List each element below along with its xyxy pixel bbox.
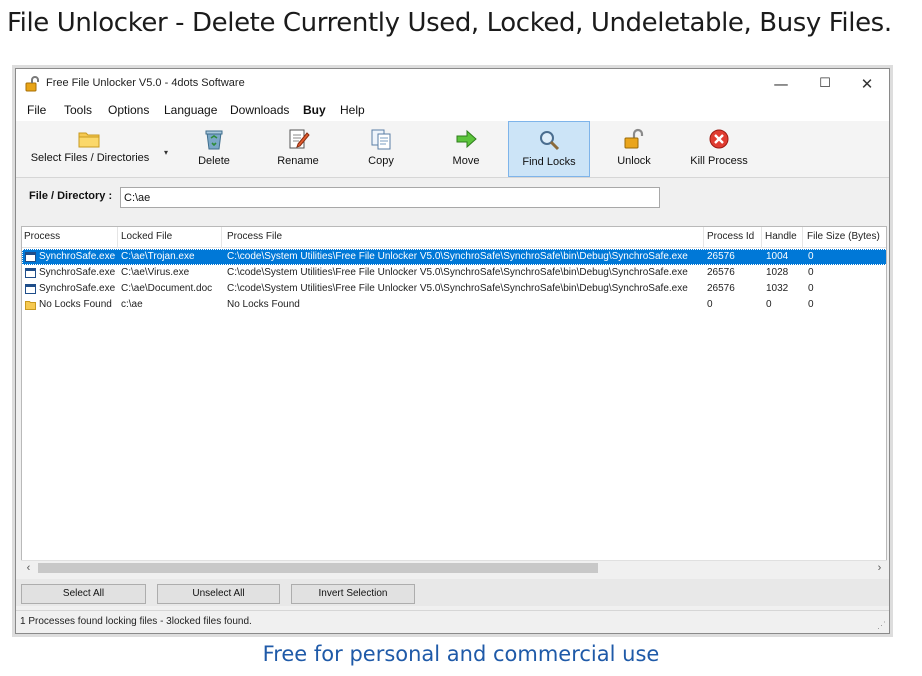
delete-button[interactable]: Delete (186, 121, 242, 177)
menu-tools[interactable]: Tools (64, 103, 92, 117)
table-row[interactable]: No Locks Found c:\ae No Locks Found 0 0 … (22, 297, 886, 313)
scroll-right-arrow-icon[interactable]: › (872, 561, 887, 576)
cell-locked-file: c:\ae (121, 299, 143, 310)
minimize-button[interactable]: — (759, 69, 803, 99)
column-header-process-file[interactable]: Process File (227, 231, 282, 242)
scrollbar-thumb[interactable] (38, 563, 598, 573)
cell-process-id: 0 (707, 299, 713, 310)
cell-process-id: 26576 (707, 251, 735, 262)
cell-handle: 1032 (766, 283, 789, 294)
column-header-process-id[interactable]: Process Id (707, 231, 754, 242)
cell-file-size: 0 (808, 299, 814, 310)
scroll-left-arrow-icon[interactable]: ‹ (21, 561, 36, 576)
window-app-icon (25, 268, 36, 278)
column-header-process[interactable]: Process (24, 231, 60, 242)
cell-handle: 0 (766, 299, 772, 310)
cell-file-size: 0 (808, 251, 814, 262)
table-row[interactable]: SynchroSafe.exe C:\ae\Virus.exe C:\code\… (22, 265, 886, 281)
cell-file-size: 0 (808, 283, 814, 294)
window-app-icon (25, 252, 36, 262)
menu-options[interactable]: Options (108, 103, 149, 117)
cell-process: SynchroSafe.exe (39, 267, 116, 278)
cell-process-file: No Locks Found (227, 299, 300, 310)
menu-buy[interactable]: Buy (303, 103, 326, 117)
close-button[interactable]: ✕ (845, 69, 889, 99)
kill-process-button[interactable]: Kill Process (684, 121, 754, 177)
list-header: Process Locked File Process File Process… (22, 227, 886, 248)
menu-language[interactable]: Language (164, 103, 217, 117)
cell-process: SynchroSafe.exe (39, 283, 116, 294)
status-text: 1 Processes found locking files - 3locke… (20, 616, 252, 627)
cell-process: SynchroSafe.exe (39, 251, 116, 262)
cell-process-id: 26576 (707, 267, 735, 278)
table-row[interactable]: SynchroSafe.exe C:\ae\Trojan.exe C:\code… (22, 249, 886, 265)
cell-process-id: 26576 (707, 283, 735, 294)
unlock-app-icon (25, 76, 39, 92)
file-directory-label: File / Directory : (29, 190, 113, 202)
recycle-bin-icon (205, 130, 223, 150)
copy-button[interactable]: Copy (356, 121, 406, 177)
invert-selection-button[interactable]: Invert Selection (291, 584, 415, 604)
unlock-button[interactable]: Unlock (606, 121, 662, 177)
menu-downloads[interactable]: Downloads (230, 103, 289, 117)
find-locks-label: Find Locks (522, 156, 576, 168)
column-header-handle[interactable]: Handle (765, 231, 797, 242)
cell-process-file: C:\code\System Utilities\Free File Unloc… (227, 283, 688, 294)
cell-locked-file: C:\ae\Trojan.exe (121, 251, 195, 262)
copy-label: Copy (368, 155, 394, 167)
toolbar: Select Files / Directories ▾ Delete Rena… (16, 121, 889, 178)
status-bar: 1 Processes found locking files - 3locke… (16, 610, 889, 633)
page-heading: File Unlocker - Delete Currently Used, L… (7, 8, 892, 38)
cell-handle: 1028 (766, 267, 789, 278)
menu-help[interactable]: Help (340, 103, 365, 117)
rename-label: Rename (277, 155, 319, 167)
unselect-all-button[interactable]: Unselect All (157, 584, 280, 604)
rename-button[interactable]: Rename (268, 121, 328, 177)
move-arrow-icon (456, 129, 477, 149)
padlock-open-icon (624, 128, 644, 149)
window-title: Free File Unlocker V5.0 - 4dots Software (46, 77, 245, 89)
move-button[interactable]: Move (442, 121, 490, 177)
dropdown-arrow-icon[interactable]: ▾ (164, 148, 168, 157)
table-row[interactable]: SynchroSafe.exe C:\ae\Document.doc C:\co… (22, 281, 886, 297)
move-label: Move (452, 155, 480, 167)
cell-locked-file: C:\ae\Document.doc (121, 283, 213, 294)
cell-process: No Locks Found (39, 299, 112, 310)
select-files-label: Select Files / Directories (30, 152, 150, 164)
cell-file-size: 0 (808, 267, 814, 278)
column-header-locked-file[interactable]: Locked File (121, 231, 172, 242)
cell-process-file: C:\code\System Utilities\Free File Unloc… (227, 251, 688, 262)
folder-icon (78, 132, 100, 148)
window-app-icon (25, 284, 36, 294)
selection-buttons-bar: Select All Unselect All Invert Selection (16, 579, 889, 606)
resize-grip-icon[interactable]: ⋰ (877, 620, 886, 631)
menu-bar: File Tools Options Language Downloads Bu… (16, 99, 889, 121)
folder-icon (25, 301, 36, 310)
kill-process-x-icon (709, 129, 729, 149)
cell-process-file: C:\code\System Utilities\Free File Unloc… (227, 267, 688, 278)
file-directory-input[interactable] (120, 187, 660, 208)
cell-locked-file: C:\ae\Virus.exe (121, 267, 190, 278)
column-header-file-size[interactable]: File Size (Bytes) (807, 231, 880, 242)
path-bar: File / Directory : (16, 178, 889, 223)
rename-pencil-icon (289, 129, 310, 149)
kill-process-label: Kill Process (690, 155, 748, 167)
app-window: Free File Unlocker V5.0 - 4dots Software… (15, 68, 890, 634)
magnifier-icon (540, 131, 560, 151)
horizontal-scrollbar[interactable]: ‹ › (21, 560, 887, 575)
find-locks-button[interactable]: Find Locks (508, 121, 590, 177)
page-footer: Free for personal and commercial use (262, 642, 660, 666)
unlock-label: Unlock (617, 155, 651, 167)
title-bar: Free File Unlocker V5.0 - 4dots Software… (16, 69, 889, 99)
menu-file[interactable]: File (27, 103, 46, 117)
maximize-button[interactable]: ☐ (803, 69, 847, 99)
select-files-button[interactable]: Select Files / Directories ▾ (22, 121, 172, 177)
delete-label: Delete (198, 155, 230, 167)
locks-list[interactable]: Process Locked File Process File Process… (21, 226, 887, 575)
select-all-button[interactable]: Select All (21, 584, 146, 604)
copy-documents-icon (371, 129, 391, 150)
cell-handle: 1004 (766, 251, 789, 262)
